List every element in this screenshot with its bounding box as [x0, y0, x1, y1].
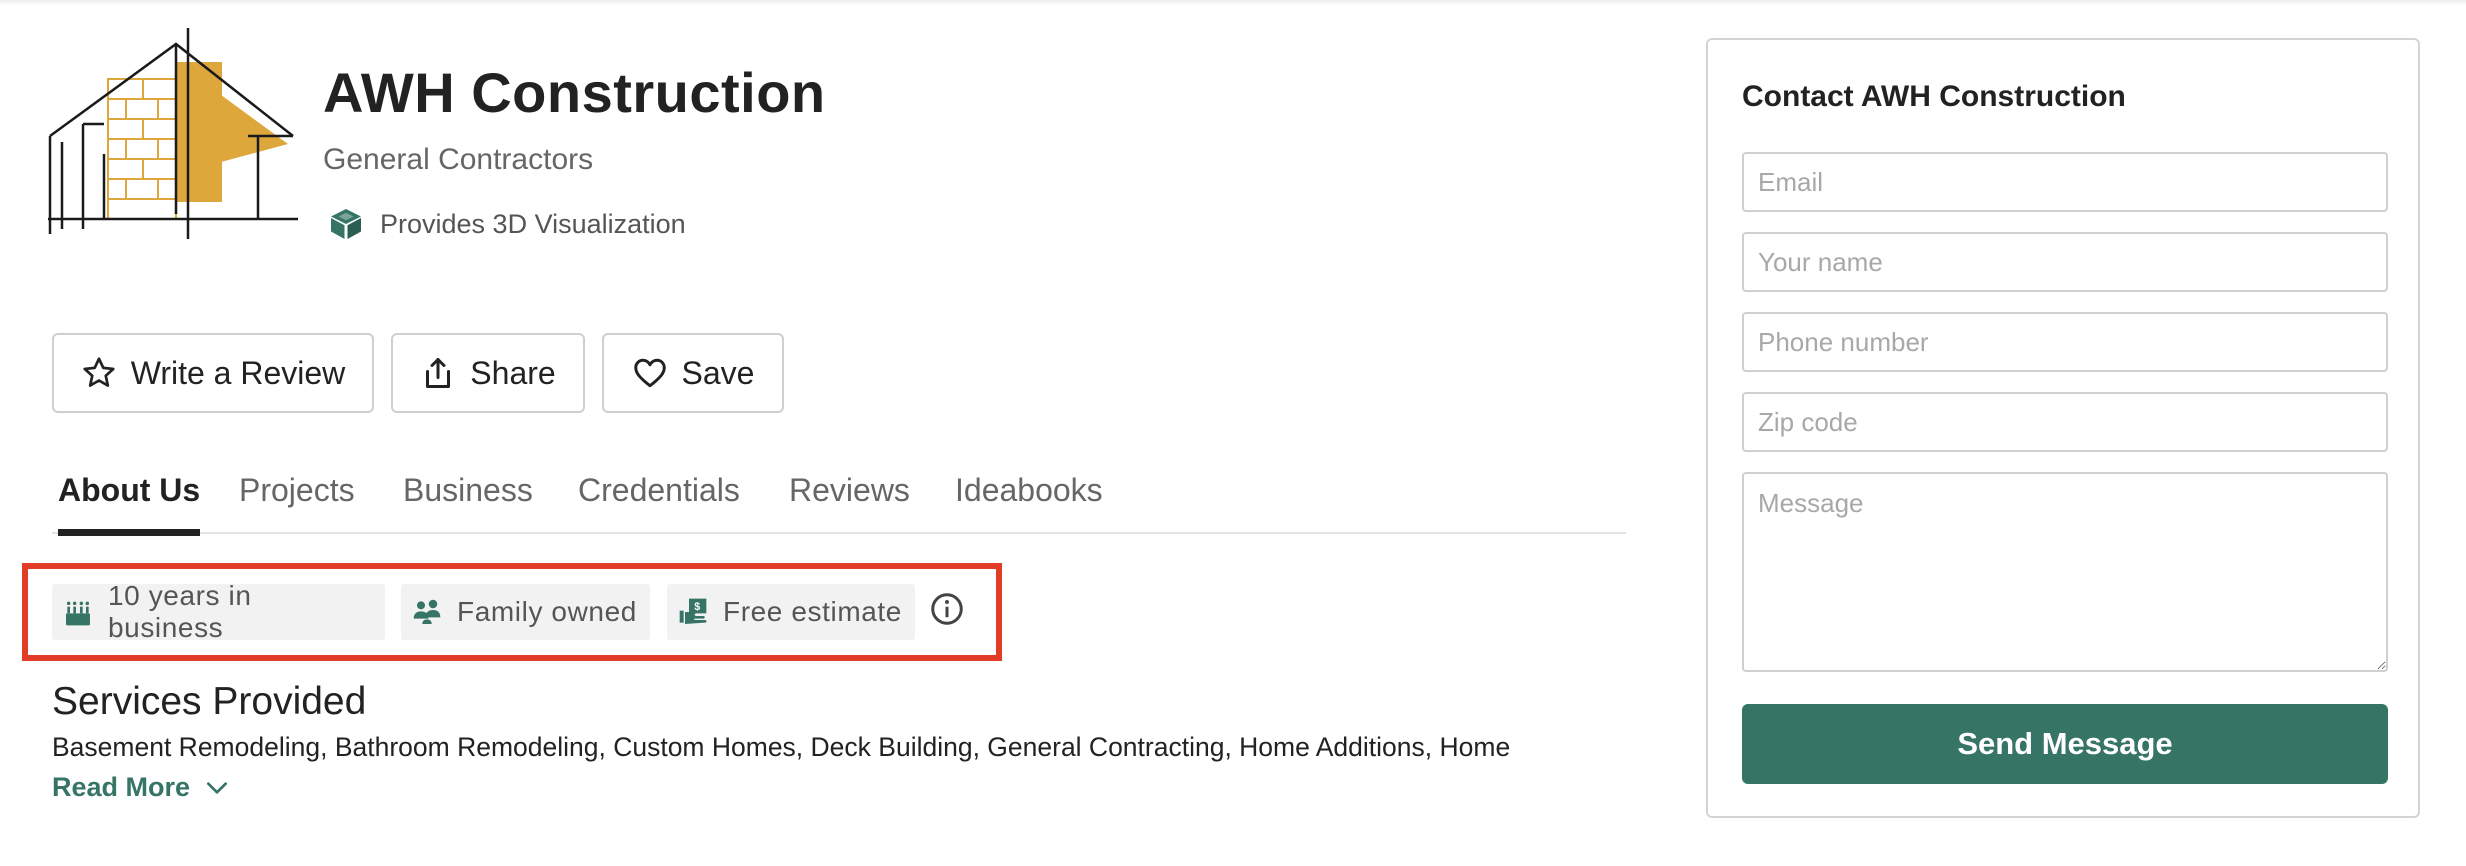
share-button[interactable]: Share — [391, 333, 585, 413]
cake-icon — [65, 601, 90, 626]
tab-credentials[interactable]: Credentials — [578, 472, 740, 534]
zip-field[interactable] — [1742, 392, 2388, 452]
svg-text:$: $ — [694, 601, 701, 613]
badge-free-label: Free estimate — [723, 596, 902, 627]
contact-form: Contact AWH Construction Send Message — [1706, 38, 2420, 818]
email-field[interactable] — [1742, 152, 2388, 212]
write-review-label: Write a Review — [130, 354, 346, 391]
chevron-down-icon — [207, 781, 228, 794]
top-shadow — [0, 0, 2466, 6]
badge-family-label: Family owned — [457, 596, 637, 627]
write-review-button[interactable]: Write a Review — [52, 333, 374, 413]
tab-reviews[interactable]: Reviews — [789, 472, 910, 534]
profile-tabs: About Us Projects Business Credentials R… — [52, 460, 1626, 536]
services-title: Services Provided — [52, 680, 367, 723]
visualization-label: Provides 3D Visualization — [380, 208, 686, 239]
tab-about-us[interactable]: About Us — [58, 472, 201, 536]
family-icon — [413, 599, 441, 624]
tab-projects[interactable]: Projects — [239, 472, 355, 534]
badge-years-label: 10 years in business — [107, 580, 252, 643]
send-message-button[interactable]: Send Message — [1742, 704, 2388, 784]
name-field[interactable] — [1742, 232, 2388, 292]
badge-free-estimate: $ Free estimate — [667, 584, 915, 640]
save-button[interactable]: Save — [602, 333, 784, 413]
business-name: AWH Construction — [323, 61, 826, 124]
message-field[interactable] — [1742, 472, 2388, 672]
tab-ideabooks[interactable]: Ideabooks — [955, 472, 1103, 534]
read-more-link[interactable]: Read More — [52, 772, 230, 803]
contact-title: Contact AWH Construction — [1742, 80, 2126, 113]
badge-family-owned: Family owned — [401, 584, 650, 640]
cube-icon — [331, 209, 361, 239]
info-icon[interactable] — [929, 591, 965, 627]
read-more-label: Read More — [52, 772, 191, 802]
visualization-feature: Provides 3D Visualization — [328, 206, 686, 242]
save-label: Save — [681, 354, 755, 391]
tab-business[interactable]: Business — [403, 472, 533, 534]
share-label: Share — [470, 354, 556, 391]
phone-field[interactable] — [1742, 312, 2388, 372]
heart-icon — [633, 358, 666, 388]
star-icon — [83, 357, 115, 387]
company-logo — [48, 28, 298, 239]
share-icon — [426, 358, 451, 388]
badge-years-in-business: 10 years in business — [52, 580, 385, 643]
estimate-icon: $ — [679, 598, 707, 624]
business-category: General Contractors — [323, 143, 594, 176]
services-text: Basement Remodeling, Bathroom Remodeling… — [52, 732, 1511, 762]
